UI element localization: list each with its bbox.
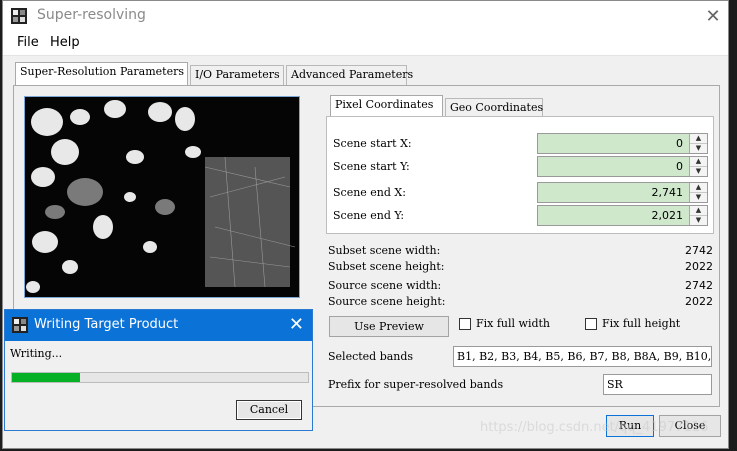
dialog-title: Writing Target Product bbox=[34, 317, 179, 332]
satellite-thumbnail bbox=[25, 97, 299, 297]
menu-bar: File Help bbox=[3, 32, 728, 56]
close-icon[interactable]: ✕ bbox=[698, 1, 728, 32]
subset-width-value: 2742 bbox=[685, 244, 713, 257]
write-progress-bar bbox=[11, 372, 309, 383]
scene-start-y-spinner[interactable]: 0 ▲ ▼ bbox=[537, 156, 708, 177]
scene-start-y-value: 0 bbox=[676, 160, 683, 173]
selected-bands-label: Selected bands bbox=[328, 350, 414, 363]
use-preview-button[interactable]: Use Preview bbox=[329, 316, 449, 337]
dialog-status-text: Writing... bbox=[10, 347, 63, 360]
fix-full-height-checkbox[interactable] bbox=[585, 318, 597, 330]
watermark-text: https://blog.csdn.net/qq_41977116 bbox=[480, 420, 709, 435]
scene-start-x-value: 0 bbox=[676, 137, 683, 150]
source-width-value: 2742 bbox=[685, 279, 713, 292]
up-arrow-icon[interactable]: ▲ bbox=[690, 183, 707, 193]
tab-io-parameters[interactable]: I/O Parameters bbox=[190, 65, 284, 85]
prefix-label: Prefix for super-resolved bands bbox=[328, 378, 504, 391]
tab-super-resolution-parameters[interactable]: Super-Resolution Parameters bbox=[15, 62, 188, 85]
subset-width-label: Subset scene width: bbox=[328, 244, 441, 257]
scene-start-x-spinner[interactable]: 0 ▲ ▼ bbox=[537, 133, 708, 154]
source-width-label: Source scene width: bbox=[328, 279, 442, 292]
tab-geo-coordinates[interactable]: Geo Coordinates bbox=[445, 98, 543, 118]
subset-height-label: Subset scene height: bbox=[328, 260, 445, 273]
close-icon[interactable]: ✕ bbox=[289, 314, 304, 335]
scene-start-x-label: Scene start X: bbox=[333, 137, 412, 150]
writing-target-product-dialog: Writing Target Product ✕ Writing... Canc… bbox=[4, 309, 313, 431]
scene-end-x-spinner[interactable]: 2,741 ▲ ▼ bbox=[537, 182, 708, 203]
up-arrow-icon[interactable]: ▲ bbox=[690, 206, 707, 216]
scene-preview-image[interactable] bbox=[24, 96, 300, 298]
app-grid-icon bbox=[12, 317, 28, 333]
down-arrow-icon[interactable]: ▼ bbox=[690, 216, 707, 225]
scene-start-y-label: Scene start Y: bbox=[333, 160, 410, 173]
tab-advanced-parameters[interactable]: Advanced Parameters bbox=[286, 65, 413, 85]
fix-full-height-label: Fix full height bbox=[602, 317, 681, 330]
source-height-value: 2022 bbox=[685, 295, 713, 308]
progress-fill bbox=[12, 373, 81, 382]
fix-full-width-checkbox[interactable] bbox=[459, 318, 471, 330]
spinner-buttons: ▲ ▼ bbox=[689, 157, 707, 176]
spinner-buttons: ▲ ▼ bbox=[689, 183, 707, 202]
down-arrow-icon[interactable]: ▼ bbox=[690, 167, 707, 176]
scene-end-y-value: 2,021 bbox=[651, 209, 684, 222]
up-arrow-icon[interactable]: ▲ bbox=[690, 157, 707, 167]
cancel-button[interactable]: Cancel bbox=[236, 400, 302, 420]
scene-end-y-label: Scene end Y: bbox=[333, 209, 405, 222]
scene-end-x-label: Scene end X: bbox=[333, 186, 406, 199]
up-arrow-icon[interactable]: ▲ bbox=[690, 134, 707, 144]
fix-full-width-label: Fix full width bbox=[476, 317, 551, 330]
scene-end-y-spinner[interactable]: 2,021 ▲ ▼ bbox=[537, 205, 708, 226]
spinner-buttons: ▲ ▼ bbox=[689, 206, 707, 225]
prefix-input[interactable]: SR bbox=[603, 374, 712, 395]
menu-help[interactable]: Help bbox=[50, 35, 80, 50]
scene-end-x-value: 2,741 bbox=[651, 186, 684, 199]
subset-height-value: 2022 bbox=[685, 260, 713, 273]
menu-file[interactable]: File bbox=[17, 35, 39, 50]
app-grid-icon bbox=[11, 8, 27, 24]
tab-pixel-coordinates[interactable]: Pixel Coordinates bbox=[330, 95, 443, 118]
title-bar[interactable]: Super-resolving ✕ bbox=[3, 1, 728, 32]
window-title: Super-resolving bbox=[37, 7, 146, 23]
down-arrow-icon[interactable]: ▼ bbox=[690, 144, 707, 153]
dialog-title-bar[interactable]: Writing Target Product ✕ bbox=[5, 310, 312, 341]
down-arrow-icon[interactable]: ▼ bbox=[690, 193, 707, 202]
spinner-buttons: ▲ ▼ bbox=[689, 134, 707, 153]
source-height-label: Source scene height: bbox=[328, 295, 446, 308]
selected-bands-field[interactable]: B1, B2, B3, B4, B5, B6, B7, B8, B8A, B9,… bbox=[453, 346, 712, 367]
